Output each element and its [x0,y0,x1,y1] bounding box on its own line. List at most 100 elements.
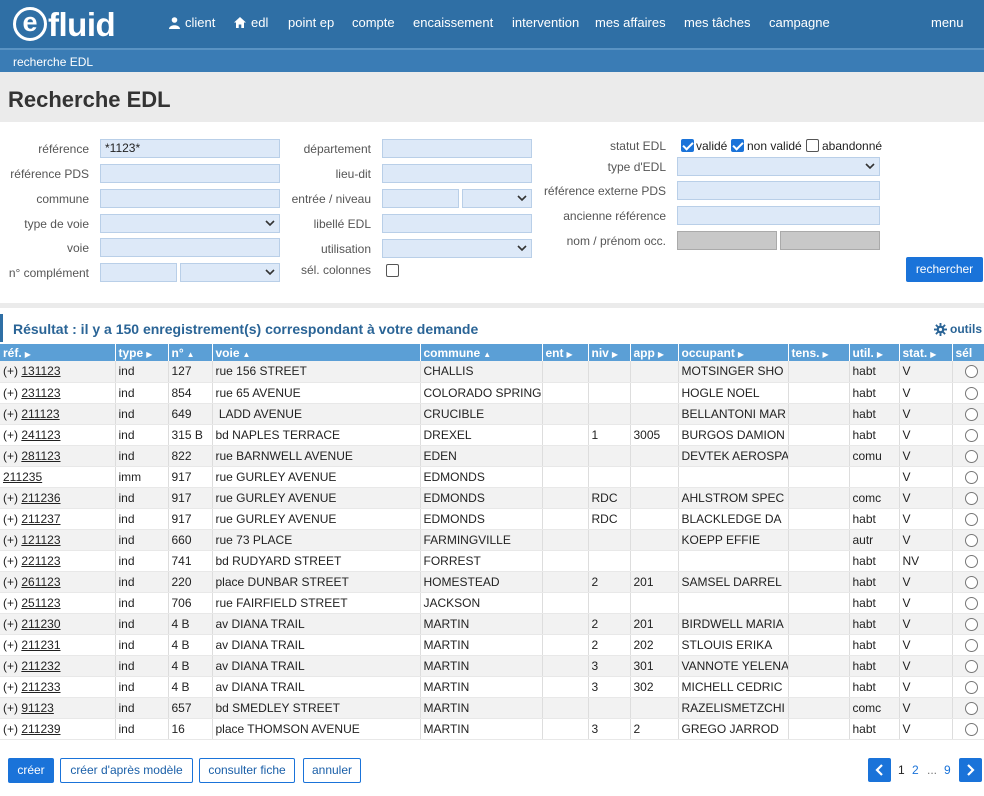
ref-link[interactable]: 211237 [21,512,60,526]
creer-button[interactable]: créer [8,758,54,783]
table-row[interactable]: (+) 261123 ind 220 place DUNBAR STREET HOMES… [0,571,984,593]
select-radio[interactable] [964,701,978,715]
select-radio[interactable] [964,512,978,526]
expand-toggle[interactable]: (+) [3,680,21,694]
col-niv[interactable]: niv ▶ [588,344,631,361]
select-radio[interactable] [964,365,978,379]
expand-toggle[interactable]: (+) [3,554,21,568]
select-radio[interactable] [964,659,978,673]
select-radio[interactable] [964,428,978,442]
ref-link[interactable]: 211236 [21,491,60,505]
niveau-select[interactable] [462,189,532,208]
ref-link[interactable]: 251123 [21,596,60,610]
libelle-edl-input[interactable] [382,214,532,233]
expand-toggle[interactable]: (+) [3,617,21,631]
select-radio[interactable] [964,596,978,610]
expand-toggle[interactable]: (+) [3,533,21,547]
table-row[interactable]: (+) 91123 ind 657 bd SMEDLEY STREET MARTIN RA… [0,697,984,719]
col-type[interactable]: type ▶ [115,344,169,361]
expand-toggle[interactable]: (+) [3,512,21,526]
select-radio[interactable] [964,722,978,736]
ref-link[interactable]: 261123 [21,575,60,589]
col-commune[interactable]: commune ▲ [420,344,543,361]
consulter-fiche-button[interactable]: consulter fiche [199,758,295,783]
col-ent[interactable]: ent ▶ [542,344,589,361]
ref-link[interactable]: 211231 [21,638,60,652]
table-row[interactable]: (+) 211236 ind 917 rue GURLEY AVENUE EDMONDS… [0,487,984,509]
ref-link[interactable]: 211239 [21,722,60,736]
ref-link[interactable]: 211235 [3,470,42,484]
type-de-voie-select[interactable] [100,214,280,233]
select-radio[interactable] [964,407,978,421]
select-radio[interactable] [964,470,978,484]
col-voie[interactable]: voie ▲ [212,344,421,361]
col-util[interactable]: util. ▶ [849,344,900,361]
table-row[interactable]: (+) 211239 ind 16 place THOMSON AVENUE MARTI… [0,718,984,740]
ref-link[interactable]: 281123 [21,449,60,463]
table-row[interactable]: (+) 211231 ind 4 Bav DIANA TRAIL MARTIN 2 202… [0,634,984,656]
utilisation-select[interactable] [382,239,532,258]
annuler-button[interactable]: annuler [303,758,361,783]
ref-link[interactable]: 241123 [21,428,60,442]
select-radio[interactable] [964,638,978,652]
statut-valide-checkbox[interactable] [681,139,694,152]
col-num[interactable]: n° ▲ [168,344,213,361]
select-radio[interactable] [964,386,978,400]
outils-button[interactable]: outils [934,322,982,336]
commune-input[interactable] [100,189,280,208]
table-row[interactable]: (+) 131123 ind 127 rue 156 STREET CHALLIS MOT… [0,361,984,383]
next-page-button[interactable] [959,758,982,782]
expand-toggle[interactable]: (+) [3,701,21,715]
ref-link[interactable]: 211233 [21,680,60,694]
reference-input[interactable]: *1123* [100,139,280,158]
ref-link[interactable]: 131123 [21,364,60,378]
efluid-logo[interactable]: e fluid [13,5,116,43]
expand-toggle[interactable]: (+) [3,722,21,736]
page-2[interactable]: 2 [912,763,919,777]
table-row[interactable]: 211235 imm 917 rue GURLEY AVENUE EDMONDS V [0,466,984,488]
ref-link[interactable]: 221123 [21,554,60,568]
nav-intervention[interactable]: intervention [512,15,579,30]
table-row[interactable]: (+) 221123 ind 741 bd RUDYARD STREET FORREST… [0,550,984,572]
ref-externe-pds-input[interactable] [677,181,880,200]
nav-client[interactable]: client [169,15,215,30]
select-radio[interactable] [964,533,978,547]
nav-point-ep[interactable]: point ep [288,15,334,30]
nav-compte[interactable]: compte [352,15,395,30]
nav-edl[interactable]: edl [234,15,268,30]
table-row[interactable]: (+) 211233 ind 4 Bav DIANA TRAIL MARTIN 3 302… [0,676,984,698]
ref-link[interactable]: 91123 [21,701,53,715]
ref-link[interactable]: 121123 [21,533,60,547]
nav-menu[interactable]: menu [931,15,964,30]
table-row[interactable]: (+) 231123 ind 854 rue 65 AVENUE COLORADO SP… [0,382,984,404]
expand-toggle[interactable]: (+) [3,596,21,610]
select-radio[interactable] [964,491,978,505]
table-row[interactable]: (+) 211232 ind 4 Bav DIANA TRAIL MARTIN 3 301… [0,655,984,677]
voie-input[interactable] [100,238,280,257]
reference-pds-input[interactable] [100,164,280,183]
col-app[interactable]: app ▶ [630,344,679,361]
nav-mes-affaires[interactable]: mes affaires [595,15,666,30]
select-radio[interactable] [964,680,978,694]
expand-toggle[interactable]: (+) [3,659,21,673]
statut-abandonne-checkbox[interactable] [806,139,819,152]
col-stat[interactable]: stat. ▶ [899,344,953,361]
select-radio[interactable] [964,575,978,589]
page-last[interactable]: 9 [944,763,951,777]
table-row[interactable]: (+) 121123 ind 660 rue 73 PLACE FARMINGVILLE… [0,529,984,551]
table-row[interactable]: (+) 211123 ind 649 LADD AVENUE CRUCIBLE BELL… [0,403,984,425]
select-radio[interactable] [964,617,978,631]
n-complement-input[interactable] [100,263,177,282]
expand-toggle[interactable]: (+) [3,575,21,589]
ancienne-ref-input[interactable] [677,206,880,225]
statut-non-valide-checkbox[interactable] [731,139,744,152]
ref-link[interactable]: 211232 [21,659,60,673]
ref-link[interactable]: 211230 [21,617,60,631]
expand-toggle[interactable]: (+) [3,491,21,505]
table-row[interactable]: (+) 241123 ind 315 Bbd NAPLES TERRACE DREXE… [0,424,984,446]
type-edl-select[interactable] [677,157,880,176]
nav-mes-taches[interactable]: mes tâches [684,15,750,30]
ref-link[interactable]: 211123 [21,407,59,421]
rechercher-button[interactable]: rechercher [906,257,983,282]
select-radio[interactable] [964,449,978,463]
